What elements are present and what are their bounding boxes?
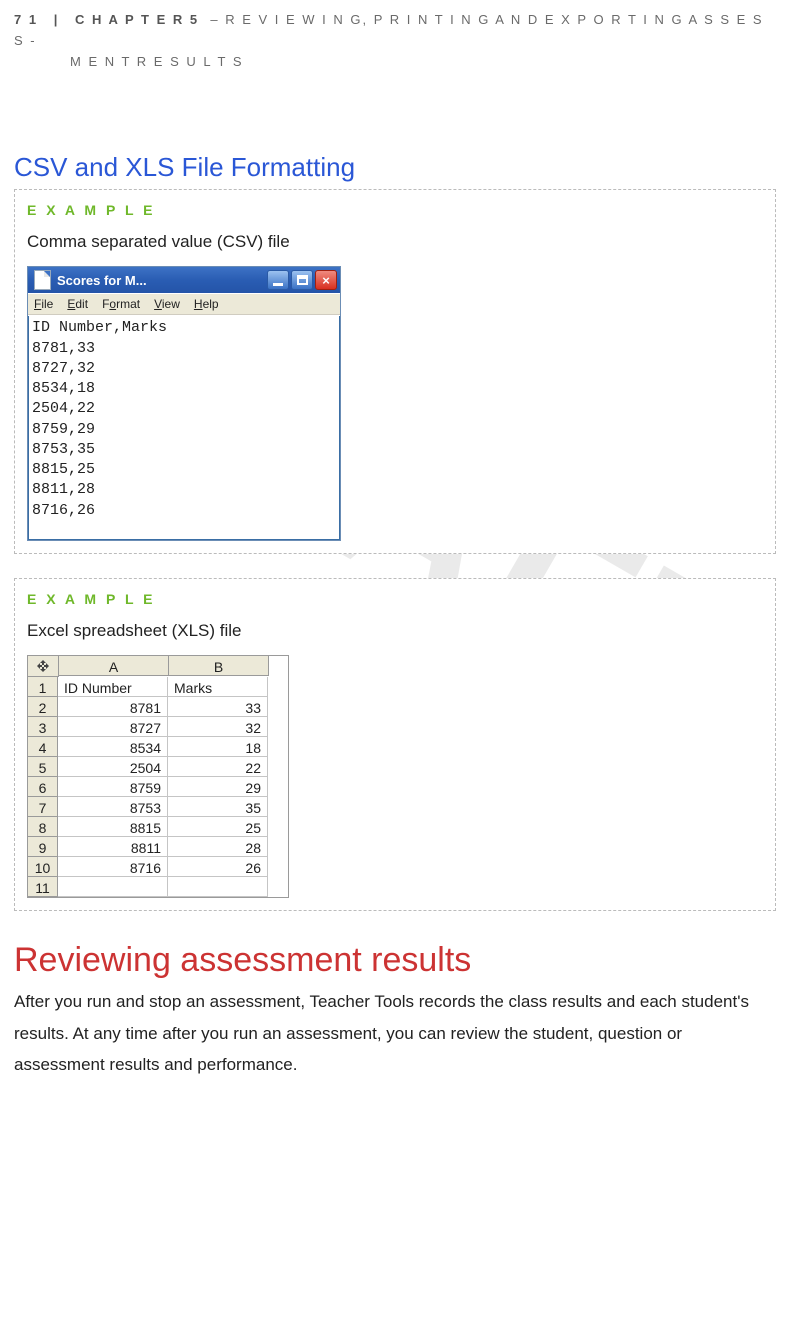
cell[interactable] xyxy=(58,877,168,897)
excel-grid: A B 1 ID Number Marks 2 8781 33 3 8727 3… xyxy=(27,655,289,898)
row-header[interactable]: 8 xyxy=(28,817,58,837)
cell[interactable]: 8781 xyxy=(58,697,168,717)
titlebar: Scores for M... × xyxy=(28,267,340,293)
select-all-corner[interactable] xyxy=(28,656,59,677)
table-row: 3 8727 32 xyxy=(28,717,288,737)
cell[interactable]: 35 xyxy=(168,797,268,817)
row-header[interactable]: 6 xyxy=(28,777,58,797)
cell[interactable]: 25 xyxy=(168,817,268,837)
cell[interactable]: 29 xyxy=(168,777,268,797)
chapter-label: C H A P T E R 5 xyxy=(75,12,199,27)
table-row: 5 2504 22 xyxy=(28,757,288,777)
select-all-icon xyxy=(36,659,50,673)
maximize-button[interactable] xyxy=(291,270,313,290)
cell[interactable]: 26 xyxy=(168,857,268,877)
table-row: 11 xyxy=(28,877,288,897)
page-number: 7 1 xyxy=(14,12,38,27)
row-header[interactable]: 7 xyxy=(28,797,58,817)
col-header-a[interactable]: A xyxy=(59,656,169,676)
cell[interactable]: 18 xyxy=(168,737,268,757)
table-row: 7 8753 35 xyxy=(28,797,288,817)
menu-edit[interactable]: Edit xyxy=(67,297,88,311)
cell[interactable]: 8534 xyxy=(58,737,168,757)
row-header[interactable]: 3 xyxy=(28,717,58,737)
table-row: 9 8811 28 xyxy=(28,837,288,857)
cell[interactable]: 22 xyxy=(168,757,268,777)
row-header[interactable]: 9 xyxy=(28,837,58,857)
cell[interactable]: 8727 xyxy=(58,717,168,737)
row-header[interactable]: 2 xyxy=(28,697,58,717)
cell[interactable]: 32 xyxy=(168,717,268,737)
example-box-csv: E X A M P L E Comma separated value (CSV… xyxy=(14,189,776,554)
menu-file[interactable]: File xyxy=(34,297,53,311)
menu-view[interactable]: View xyxy=(154,297,180,311)
col-header-b[interactable]: B xyxy=(169,656,269,676)
table-row: 1 ID Number Marks xyxy=(28,677,288,697)
example-box-xls: E X A M P L E Excel spreadsheet (XLS) fi… xyxy=(14,578,776,911)
cell[interactable]: 2504 xyxy=(58,757,168,777)
example-label: E X A M P L E xyxy=(27,591,763,607)
table-row: 2 8781 33 xyxy=(28,697,288,717)
cell[interactable]: Marks xyxy=(168,677,268,697)
menubar: File Edit Format View Help xyxy=(28,293,340,315)
document-icon xyxy=(34,270,51,290)
minimize-button[interactable] xyxy=(267,270,289,290)
xls-desc: Excel spreadsheet (XLS) file xyxy=(27,621,763,641)
cell[interactable]: 8759 xyxy=(58,777,168,797)
row-header[interactable]: 1 xyxy=(28,677,58,697)
row-header[interactable]: 4 xyxy=(28,737,58,757)
review-heading: Reviewing assessment results xyxy=(14,941,776,980)
cell[interactable]: 8815 xyxy=(58,817,168,837)
review-body: After you run and stop an assessment, Te… xyxy=(14,986,776,1080)
section-heading: CSV and XLS File Formatting xyxy=(14,152,776,183)
header-title-2: M E N T R E S U L T S xyxy=(70,54,244,69)
row-header[interactable]: 10 xyxy=(28,857,58,877)
csv-desc: Comma separated value (CSV) file xyxy=(27,232,763,252)
cell[interactable]: 8716 xyxy=(58,857,168,877)
cell[interactable]: ID Number xyxy=(58,677,168,697)
menu-help[interactable]: Help xyxy=(194,297,219,311)
row-header[interactable]: 11 xyxy=(28,877,58,897)
example-label: E X A M P L E xyxy=(27,202,763,218)
table-row: 8 8815 25 xyxy=(28,817,288,837)
cell[interactable]: 8753 xyxy=(58,797,168,817)
cell[interactable]: 28 xyxy=(168,837,268,857)
table-row: 10 8716 26 xyxy=(28,857,288,877)
notepad-text[interactable]: ID Number,Marks 8781,33 8727,32 8534,18 … xyxy=(28,315,340,540)
cell[interactable]: 33 xyxy=(168,697,268,717)
window-title: Scores for M... xyxy=(57,273,267,288)
cell[interactable]: 8811 xyxy=(58,837,168,857)
close-button[interactable]: × xyxy=(315,270,337,290)
cell[interactable] xyxy=(168,877,268,897)
notepad-window: Scores for M... × File Edit Format View … xyxy=(27,266,341,541)
page-header: 7 1 | C H A P T E R 5 – R E V I E W I N … xyxy=(14,10,776,72)
row-header[interactable]: 5 xyxy=(28,757,58,777)
menu-format[interactable]: Format xyxy=(102,297,140,311)
header-separator: | xyxy=(54,12,60,27)
table-row: 6 8759 29 xyxy=(28,777,288,797)
table-row: 4 8534 18 xyxy=(28,737,288,757)
